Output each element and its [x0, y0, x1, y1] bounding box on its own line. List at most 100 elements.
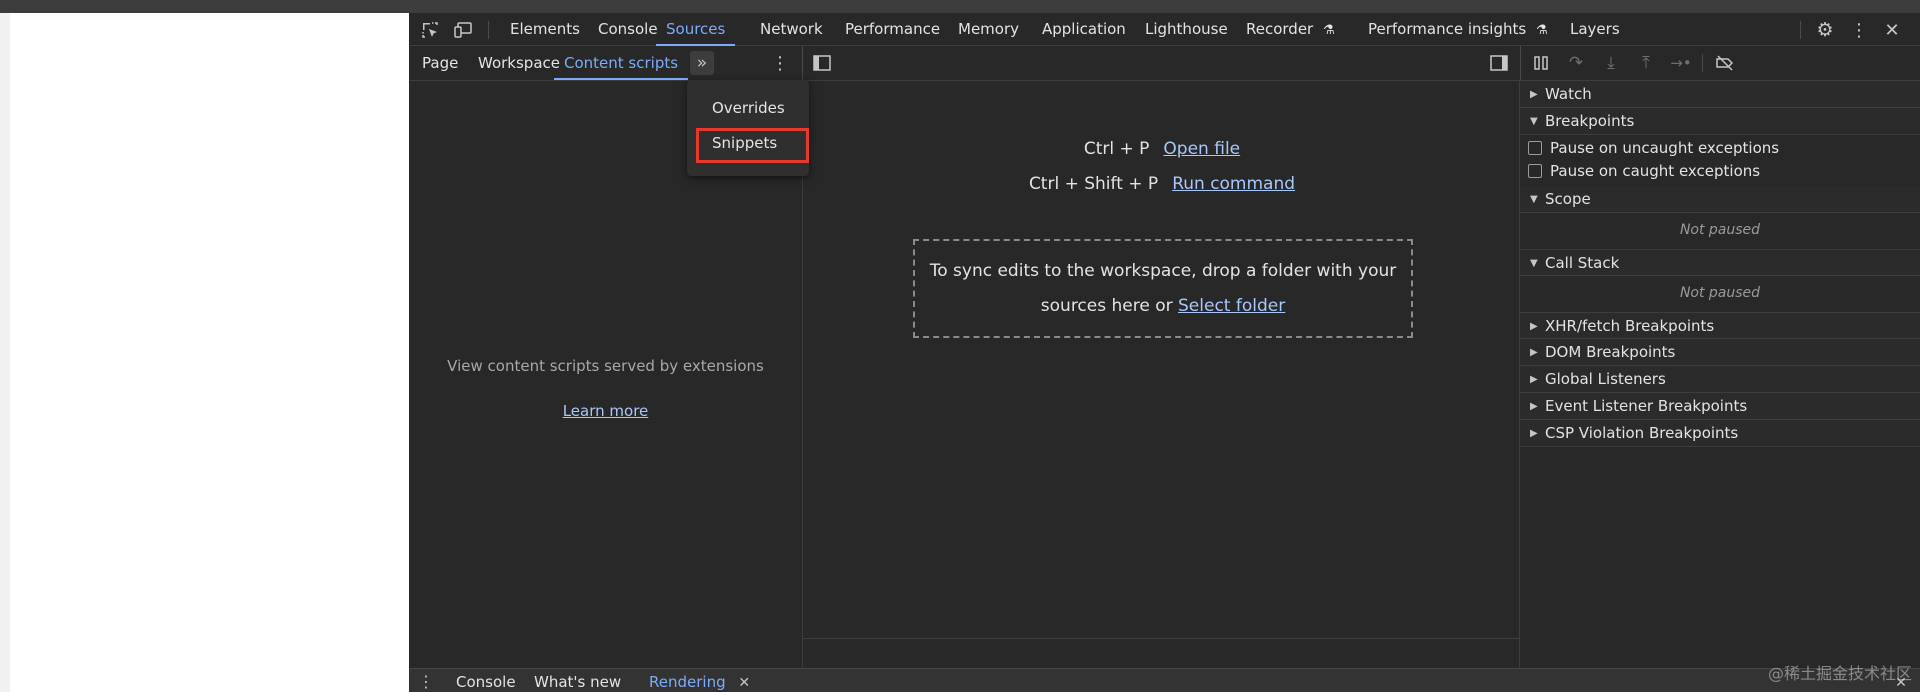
- collapsed-triangle-icon: ▶: [1530, 374, 1538, 385]
- section-watch-label: Watch: [1545, 85, 1592, 103]
- drawer-menu-icon[interactable]: ⋮: [418, 671, 434, 691]
- learn-more-container: Learn more: [409, 402, 802, 420]
- section-call-stack[interactable]: ▼ Call Stack: [1520, 249, 1920, 276]
- learn-more-link[interactable]: Learn more: [563, 402, 649, 420]
- pause-icon[interactable]: [1530, 52, 1552, 74]
- pause-caught-row[interactable]: Pause on caught exceptions: [1528, 160, 1760, 182]
- tab-memory[interactable]: Memory: [958, 13, 1019, 46]
- shortcut-keys: Ctrl + Shift + P: [1028, 174, 1159, 194]
- pause-uncaught-row[interactable]: Pause on uncaught exceptions: [1528, 137, 1779, 159]
- toolbar-divider: [1800, 21, 1801, 39]
- pause-caught-label: Pause on caught exceptions: [1550, 162, 1761, 180]
- tab-lighthouse[interactable]: Lighthouse: [1145, 13, 1228, 46]
- subtab-workspace[interactable]: Workspace: [478, 46, 560, 80]
- tab-elements[interactable]: Elements: [510, 13, 580, 46]
- pane-divider: [1520, 46, 1521, 80]
- workspace-drop-zone[interactable]: To sync edits to the workspace, drop a f…: [913, 239, 1413, 338]
- section-dom-breakpoints[interactable]: ▶ DOM Breakpoints: [1520, 339, 1920, 366]
- close-tab-icon[interactable]: ✕: [738, 675, 750, 691]
- step-over-icon[interactable]: ↷: [1565, 52, 1587, 74]
- menu-item-overrides[interactable]: Overrides: [712, 99, 785, 117]
- navigator-more-icon[interactable]: ⋮: [770, 51, 790, 75]
- section-watch[interactable]: ▶ Watch: [1520, 81, 1920, 108]
- drawer-tab-whats-new[interactable]: What's new: [534, 669, 621, 692]
- tab-sources[interactable]: Sources: [656, 13, 736, 46]
- devtools-main-toolbar: Elements Console Sources Network Perform…: [409, 13, 1920, 46]
- section-dom-label: DOM Breakpoints: [1545, 343, 1676, 361]
- section-call-stack-label: Call Stack: [1545, 254, 1620, 272]
- browser-top-bar: [0, 0, 1920, 13]
- pause-caught-checkbox[interactable]: [1528, 164, 1542, 178]
- deactivate-breakpoints-icon[interactable]: [1714, 52, 1736, 74]
- pane-divider: [802, 46, 803, 80]
- section-scope-label: Scope: [1545, 190, 1591, 208]
- collapsed-triangle-icon: ▶: [1530, 321, 1538, 332]
- inspect-element-icon[interactable]: [419, 19, 441, 41]
- tab-recorder[interactable]: Recorder ⚗: [1246, 13, 1335, 46]
- collapsed-triangle-icon: ▶: [1530, 401, 1538, 412]
- watermark: @稀土掘金技术社区: [1767, 664, 1912, 683]
- section-breakpoints-label: Breakpoints: [1545, 112, 1635, 130]
- navigator-empty-text: View content scripts served by extension…: [447, 357, 764, 375]
- drawer-tab-bar: ⋮ Console What's new Rendering ✕ ✕: [409, 668, 1920, 692]
- tab-performance-insights-label: Performance insights: [1368, 20, 1527, 38]
- drawer-tab-console[interactable]: Console: [456, 669, 516, 692]
- toggle-navigator-icon[interactable]: [812, 53, 832, 73]
- select-folder-link[interactable]: Select folder: [1178, 296, 1285, 316]
- tab-application[interactable]: Application: [1042, 13, 1126, 46]
- section-event-listener-breakpoints[interactable]: ▶ Event Listener Breakpoints: [1520, 393, 1920, 420]
- editor-placeholder-pane: Ctrl + P Open file Ctrl + Shift + P Run co…: [802, 81, 1520, 668]
- tab-network[interactable]: Network: [760, 13, 823, 46]
- toggle-debugger-icon[interactable]: [1489, 53, 1509, 73]
- call-stack-status: Not paused: [1679, 285, 1761, 301]
- drop-text-line2: sources here or: [1040, 296, 1173, 316]
- section-csp-label: CSP Violation Breakpoints: [1545, 424, 1739, 442]
- drop-text-line1: To sync edits to the workspace, drop a f…: [929, 261, 1397, 281]
- scope-status: Not paused: [1679, 222, 1761, 238]
- open-file-link[interactable]: Open file: [1163, 139, 1240, 159]
- expanded-triangle-icon: ▼: [1530, 116, 1538, 127]
- device-toolbar-icon[interactable]: [453, 19, 475, 41]
- section-global-listeners[interactable]: ▶ Global Listeners: [1520, 366, 1920, 393]
- double-chevron-right-icon[interactable]: »: [690, 51, 714, 75]
- section-scope[interactable]: ▼ Scope: [1520, 186, 1920, 213]
- step-icon[interactable]: →•: [1670, 52, 1692, 74]
- shortcut-run-command: Ctrl + Shift + P Run command: [803, 174, 1521, 194]
- drop-text-line2-wrap: sources here or Select folder: [915, 289, 1411, 324]
- tab-performance[interactable]: Performance: [845, 13, 940, 46]
- page-edge: [0, 13, 10, 692]
- toolbar-divider: [1702, 54, 1703, 72]
- flask-icon: ⚗: [1535, 23, 1548, 38]
- sources-toolbar: Page Workspace Content scripts » ⋮ ↷ ⤓ ⤒…: [409, 46, 1920, 81]
- devtools-panel: Elements Console Sources Network Perform…: [409, 13, 1920, 692]
- close-devtools-icon[interactable]: ✕: [1881, 19, 1903, 41]
- editor-footer-divider: [803, 638, 1519, 639]
- collapsed-triangle-icon: ▶: [1530, 347, 1538, 358]
- subtab-content-scripts[interactable]: Content scripts: [554, 46, 689, 80]
- pause-uncaught-label: Pause on uncaught exceptions: [1550, 139, 1780, 157]
- collapsed-triangle-icon: ▶: [1530, 89, 1538, 100]
- section-breakpoints[interactable]: ▼ Breakpoints: [1520, 108, 1920, 135]
- section-global-label: Global Listeners: [1545, 370, 1666, 388]
- tab-layers[interactable]: Layers: [1570, 13, 1620, 46]
- drawer-tab-rendering[interactable]: Rendering ✕: [649, 669, 750, 692]
- drawer-tab-rendering-label: Rendering: [649, 673, 726, 691]
- run-command-link[interactable]: Run command: [1172, 174, 1295, 194]
- tab-performance-insights[interactable]: Performance insights ⚗: [1368, 13, 1548, 46]
- section-csp-breakpoints[interactable]: ▶ CSP Violation Breakpoints: [1520, 420, 1920, 447]
- step-out-icon[interactable]: ⤒: [1635, 52, 1657, 74]
- pause-uncaught-checkbox[interactable]: [1528, 141, 1542, 155]
- subtab-page[interactable]: Page: [422, 46, 458, 80]
- tab-console[interactable]: Console: [598, 13, 658, 46]
- shortcut-keys: Ctrl + P: [1083, 139, 1150, 159]
- section-xhr-breakpoints[interactable]: ▶ XHR/fetch Breakpoints: [1520, 312, 1920, 339]
- tab-recorder-label: Recorder: [1246, 20, 1314, 38]
- collapsed-triangle-icon: ▶: [1530, 428, 1538, 439]
- section-xhr-label: XHR/fetch Breakpoints: [1545, 317, 1715, 335]
- inspected-page-viewport[interactable]: [10, 13, 409, 692]
- step-into-icon[interactable]: ⤓: [1600, 52, 1622, 74]
- more-options-icon[interactable]: ⋮: [1848, 19, 1870, 41]
- expanded-triangle-icon: ▼: [1530, 194, 1538, 205]
- highlight-box: [696, 128, 809, 163]
- settings-gear-icon[interactable]: ⚙: [1814, 19, 1836, 41]
